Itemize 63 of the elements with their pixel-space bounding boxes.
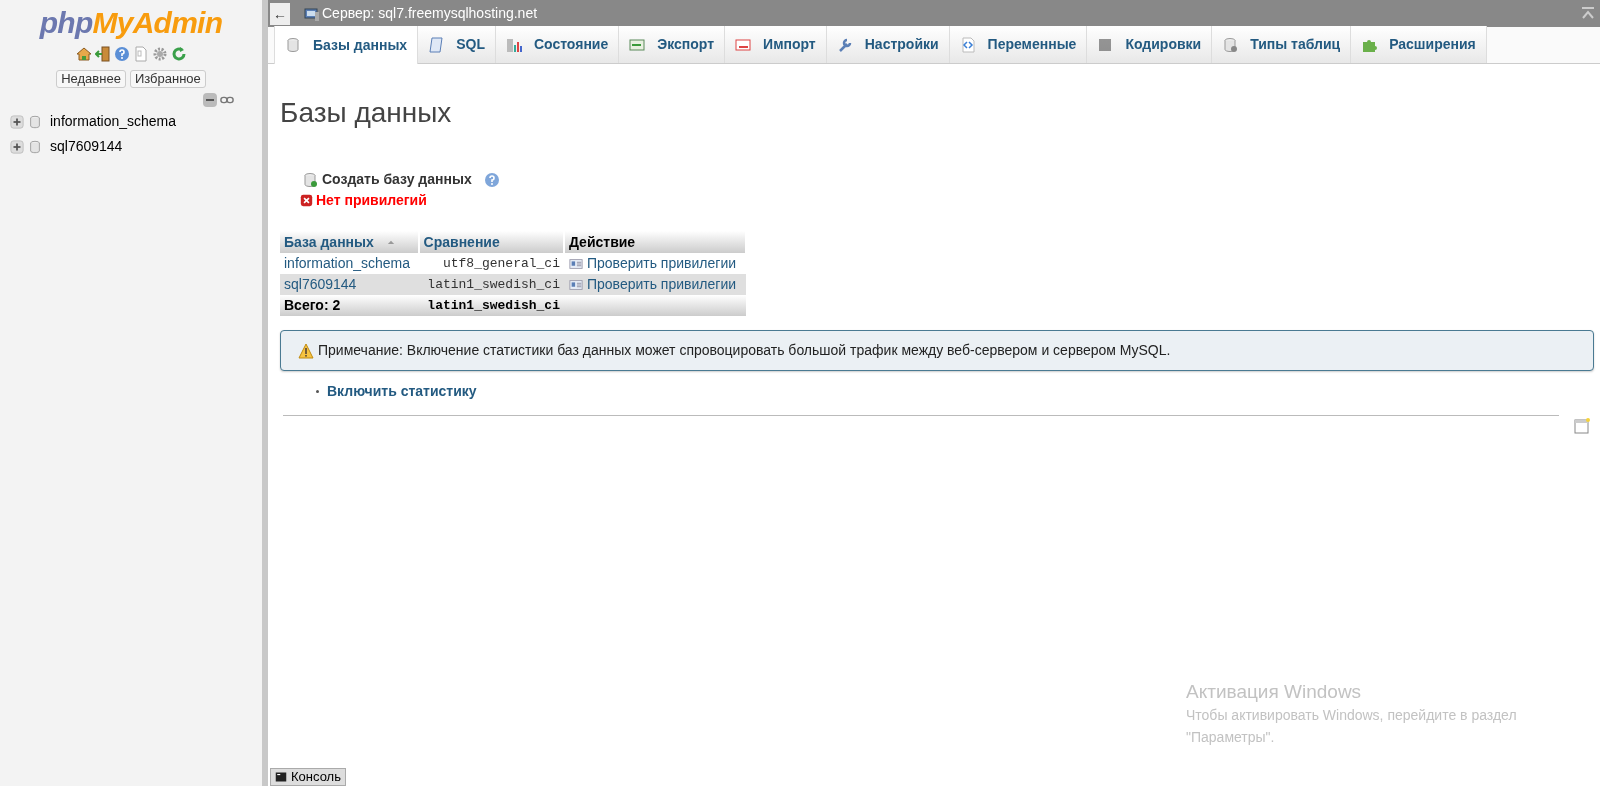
help-icon[interactable] <box>483 171 500 188</box>
total-cell: Всего: 2 <box>280 295 419 316</box>
home-icon[interactable] <box>75 46 92 62</box>
column-header[interactable]: Сравнение <box>418 231 564 253</box>
nav-tab[interactable]: Базы данных <box>274 26 419 64</box>
table-cell: latin1_swedish_ci <box>418 295 564 316</box>
export-icon <box>629 36 646 53</box>
nav-tab[interactable]: Расширения <box>1351 26 1487 63</box>
help-icon[interactable] <box>113 46 130 62</box>
notepad-icon[interactable] <box>1574 418 1590 434</box>
back-button[interactable]: ← <box>270 2 290 25</box>
phpmyadmin-logo[interactable]: phpMyAdmin <box>39 8 223 38</box>
sidebar-tab-button[interactable]: Недавнее <box>56 70 126 88</box>
error-message: Нет привилегий <box>316 191 427 210</box>
import-icon <box>735 36 752 53</box>
page-title: Базы данных <box>280 96 453 130</box>
database-link[interactable]: information_schema <box>280 253 419 274</box>
database-icon <box>28 114 42 129</box>
new-database-icon <box>302 171 318 188</box>
server-icon <box>304 5 320 22</box>
nav-tab[interactable]: Настройки <box>826 26 950 63</box>
nav-tab[interactable]: Состояние <box>495 26 620 63</box>
check-privileges-link[interactable]: Проверить привилегии <box>586 253 737 274</box>
expand-icon[interactable] <box>10 114 24 129</box>
database-icon <box>285 37 301 53</box>
collapse-all-icon[interactable] <box>202 92 218 108</box>
nav-tab[interactable]: Экспорт <box>619 26 726 63</box>
nav-tab[interactable]: Переменные <box>949 26 1088 63</box>
bar-chart-icon <box>505 36 522 53</box>
table-cell: utf8_general_ci <box>418 253 564 274</box>
expand-icon[interactable] <box>10 139 24 154</box>
document-icon[interactable] <box>132 46 149 62</box>
database-tree-item[interactable]: information_schema <box>50 111 177 132</box>
database-tree-item[interactable]: sql7609144 <box>50 136 123 157</box>
server-breadcrumb[interactable]: Сервер: sql7.freemysqlhosting.net <box>322 3 538 24</box>
exit-door-icon[interactable] <box>94 46 111 62</box>
nav-tab[interactable]: SQL <box>418 26 496 63</box>
table-cell: latin1_swedish_ci <box>418 274 564 295</box>
console-button[interactable]: Консоль <box>270 768 346 786</box>
notice-text: Примечание: Включение статистики баз данных может спровоцировать большой трафик между веб-сервером и сервером MySQL. <box>318 341 1171 360</box>
nav-tab[interactable]: Импорт <box>725 26 827 63</box>
user-card-icon <box>567 277 584 292</box>
code-icon <box>959 36 976 53</box>
enable-statistics-link[interactable]: Включить статистику <box>327 381 477 402</box>
activation-title: Активация Windows <box>1186 680 1363 704</box>
sidebar-tab-button[interactable]: Избранное <box>129 70 206 88</box>
reload-icon[interactable] <box>170 46 187 62</box>
console-icon <box>275 771 287 783</box>
nav-tab[interactable]: Типы таблиц <box>1212 26 1352 63</box>
activation-text: Чтобы активировать Windows, перейдите в раздел "Параметры". <box>1186 706 1518 747</box>
check-privileges-link[interactable]: Проверить привилегии <box>586 274 737 295</box>
user-card-icon <box>567 256 584 271</box>
database-gear-icon <box>1222 36 1239 53</box>
error-icon <box>300 194 313 207</box>
database-link[interactable]: sql7609144 <box>280 274 419 295</box>
warning-icon <box>297 342 315 359</box>
database-icon <box>28 139 42 154</box>
column-header[interactable]: База данных <box>284 231 374 253</box>
column-header: Действие <box>563 231 746 253</box>
scroll-icon <box>428 36 445 53</box>
nav-tab[interactable]: Кодировки <box>1087 26 1213 63</box>
settings-icon[interactable] <box>151 46 168 62</box>
create-database-link[interactable]: Создать базу данных <box>322 169 472 190</box>
